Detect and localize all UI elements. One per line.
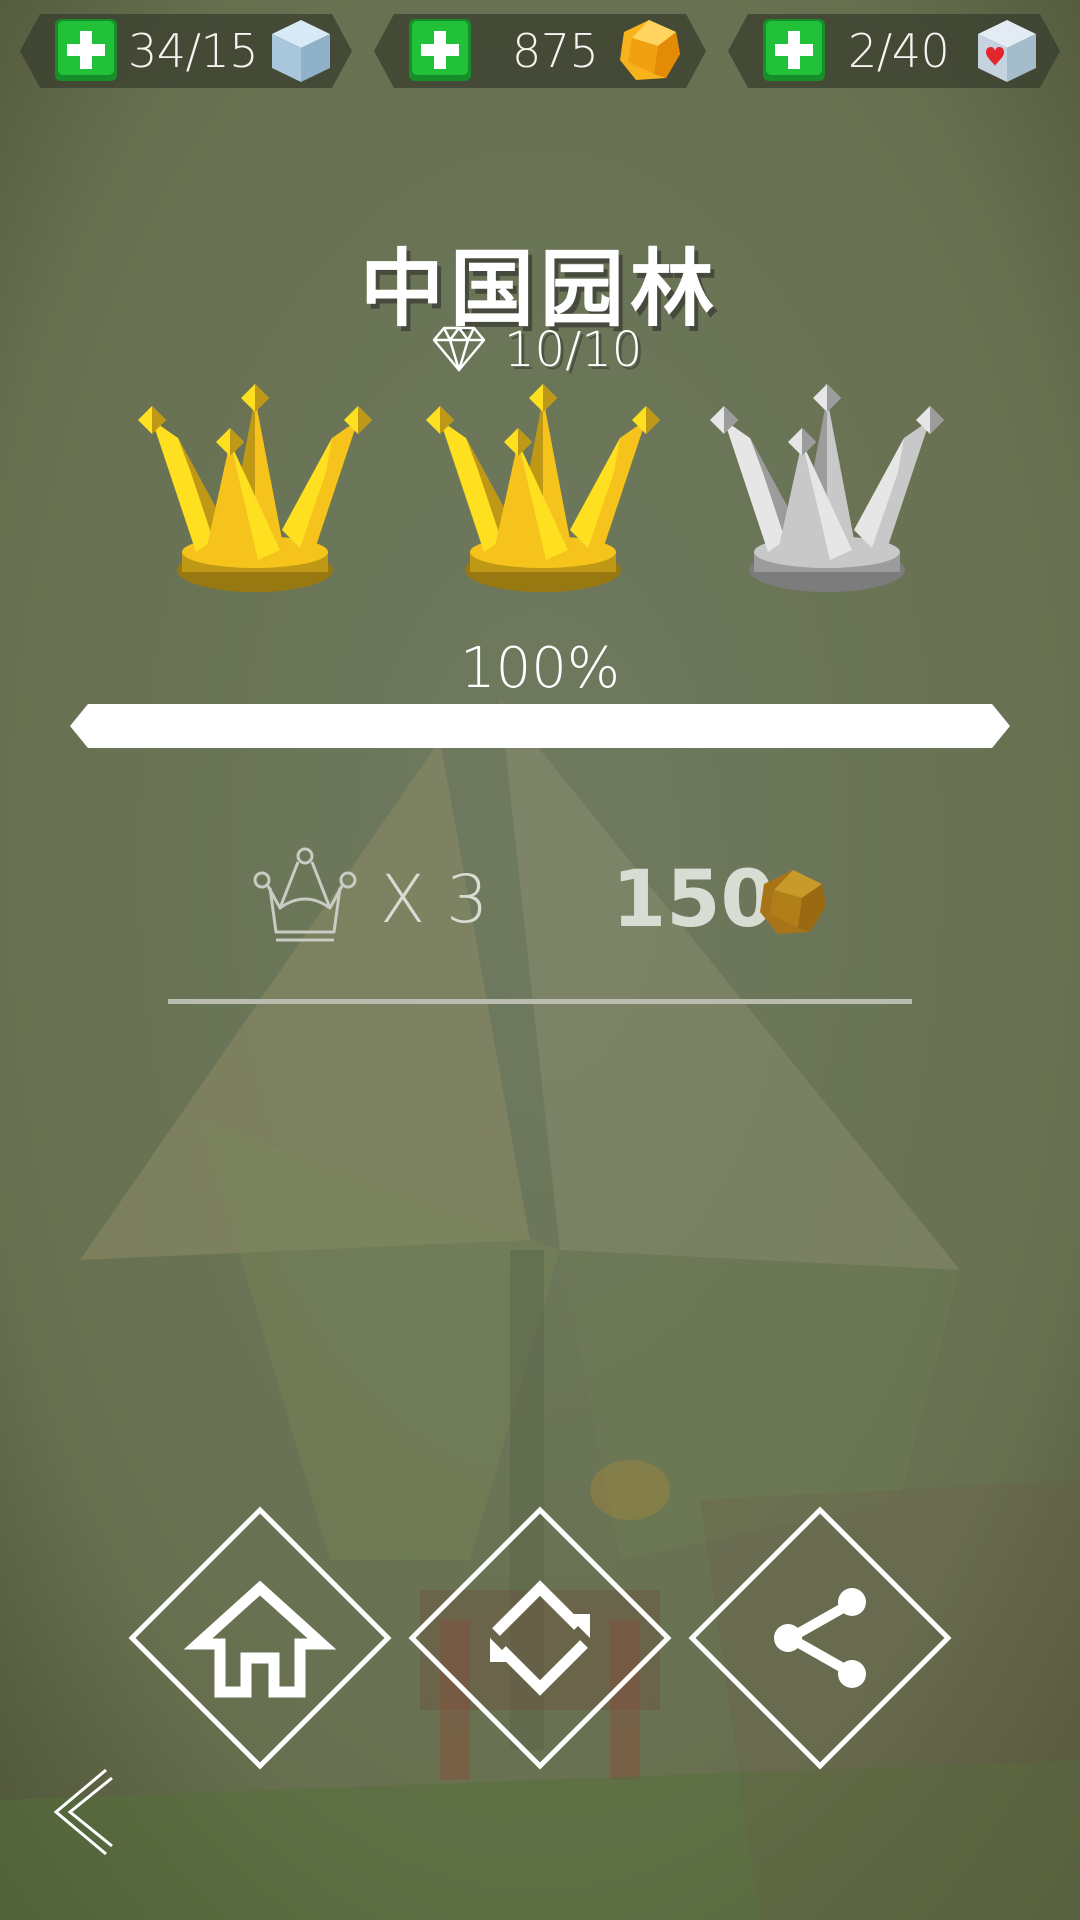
- add-coins-plus-icon[interactable]: [408, 18, 472, 82]
- lives-counter: 34/15: [18, 12, 354, 90]
- progress-bar: [70, 704, 1010, 748]
- home-icon: [183, 1580, 337, 1698]
- home-button[interactable]: [128, 1506, 392, 1770]
- replay-icon: [490, 1580, 590, 1696]
- crown-locked-icon: [710, 384, 944, 592]
- hearts-count: 2/40: [848, 24, 950, 78]
- crown-earned-icon: [426, 384, 660, 592]
- share-icon: [774, 1588, 866, 1688]
- add-hearts-plus-icon[interactable]: [762, 18, 826, 82]
- lives-count: 34/15: [128, 24, 259, 78]
- coins-counter: 875: [372, 12, 708, 90]
- gold-coin-icon: [620, 20, 680, 80]
- progress-percent: 100%: [459, 636, 621, 701]
- reward-divider: [168, 999, 912, 1004]
- crown-outline-icon: [253, 847, 357, 942]
- reward-coin-amount: 150: [612, 855, 775, 945]
- diamond-icon: [432, 326, 486, 372]
- gold-coin-icon: [760, 870, 826, 934]
- heart-cube-icon: [978, 20, 1036, 82]
- crown-earned-icon: [138, 384, 372, 592]
- hearts-counter: 2/40: [726, 12, 1062, 90]
- gem-progress: 10/10: [432, 322, 672, 378]
- gem-count: 10/10: [504, 322, 643, 378]
- reward-crown-count: X 3: [380, 861, 489, 938]
- level-complete-screen: 34/15 875 2/40 中国园林 10/10 100% X 3 150: [0, 0, 1080, 1920]
- back-arrow-icon[interactable]: [48, 1766, 118, 1858]
- coins-count: 875: [512, 24, 599, 78]
- share-button[interactable]: [688, 1506, 952, 1770]
- progress-bar-fill: [70, 704, 1010, 748]
- add-lives-plus-icon[interactable]: [54, 18, 118, 82]
- lives-cube-icon: [272, 20, 330, 82]
- replay-button[interactable]: [408, 1506, 672, 1770]
